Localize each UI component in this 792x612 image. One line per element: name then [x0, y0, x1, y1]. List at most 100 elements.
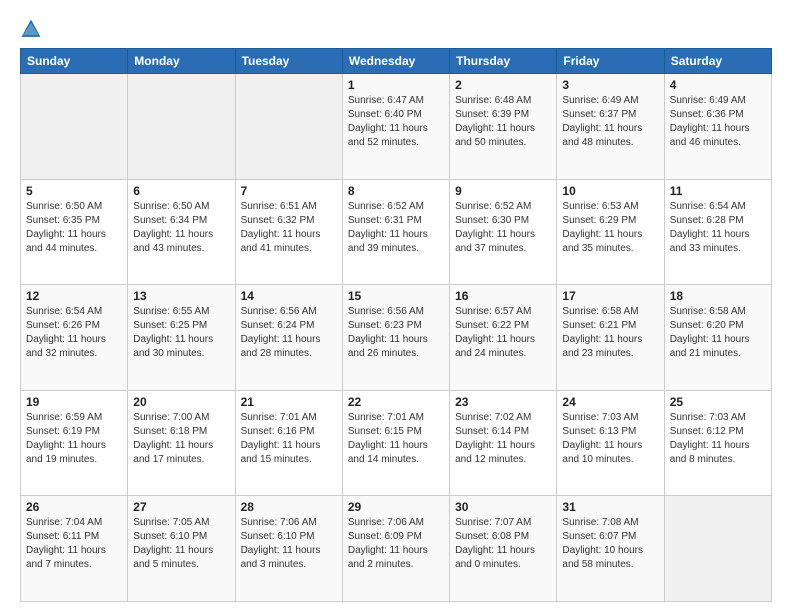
- day-number: 30: [455, 500, 551, 514]
- day-info: Sunrise: 6:50 AM Sunset: 6:34 PM Dayligh…: [133, 200, 229, 256]
- day-info: Sunrise: 6:59 AM Sunset: 6:19 PM Dayligh…: [26, 411, 122, 467]
- day-number: 5: [26, 184, 122, 198]
- day-info: Sunrise: 6:58 AM Sunset: 6:20 PM Dayligh…: [670, 305, 766, 361]
- day-info: Sunrise: 7:01 AM Sunset: 6:16 PM Dayligh…: [241, 411, 337, 467]
- day-number: 12: [26, 289, 122, 303]
- day-number: 11: [670, 184, 766, 198]
- day-number: 25: [670, 395, 766, 409]
- day-info: Sunrise: 7:02 AM Sunset: 6:14 PM Dayligh…: [455, 411, 551, 467]
- calendar-cell: 23 Sunrise: 7:02 AM Sunset: 6:14 PM Dayli…: [450, 390, 557, 496]
- calendar-week-row: 12 Sunrise: 6:54 AM Sunset: 6:26 PM Dayli…: [21, 285, 772, 391]
- day-info: Sunrise: 6:54 AM Sunset: 6:26 PM Dayligh…: [26, 305, 122, 361]
- calendar-cell: 20 Sunrise: 7:00 AM Sunset: 6:18 PM Dayli…: [128, 390, 235, 496]
- calendar-day-header: Saturday: [664, 49, 771, 74]
- day-number: 21: [241, 395, 337, 409]
- calendar-cell: 16 Sunrise: 6:57 AM Sunset: 6:22 PM Dayli…: [450, 285, 557, 391]
- calendar-week-row: 26Sunrise: 7:04 AM Sunset: 6:11 PM Dayli…: [21, 496, 772, 602]
- day-number: 19: [26, 395, 122, 409]
- day-number: 28: [241, 500, 337, 514]
- calendar-day-header: Friday: [557, 49, 664, 74]
- day-number: 7: [241, 184, 337, 198]
- calendar-cell: 24Sunrise: 7:03 AM Sunset: 6:13 PM Dayli…: [557, 390, 664, 496]
- calendar-cell: 14 Sunrise: 6:56 AM Sunset: 6:24 PM Dayli…: [235, 285, 342, 391]
- day-number: 16: [455, 289, 551, 303]
- calendar-cell: [235, 74, 342, 180]
- calendar-cell: 1 Sunrise: 6:47 AM Sunset: 6:40 PM Daylig…: [342, 74, 449, 180]
- day-number: 8: [348, 184, 444, 198]
- calendar-week-row: 19 Sunrise: 6:59 AM Sunset: 6:19 PM Dayli…: [21, 390, 772, 496]
- calendar-cell: 5 Sunrise: 6:50 AM Sunset: 6:35 PM Daylig…: [21, 179, 128, 285]
- logo-icon: [20, 18, 42, 40]
- calendar-cell: 30 Sunrise: 7:07 AM Sunset: 6:08 PM Dayli…: [450, 496, 557, 602]
- calendar-cell: 7 Sunrise: 6:51 AM Sunset: 6:32 PM Daylig…: [235, 179, 342, 285]
- calendar-cell: 29 Sunrise: 7:06 AM Sunset: 6:09 PM Dayli…: [342, 496, 449, 602]
- calendar-week-row: 1 Sunrise: 6:47 AM Sunset: 6:40 PM Daylig…: [21, 74, 772, 180]
- day-number: 1: [348, 78, 444, 92]
- day-number: 22: [348, 395, 444, 409]
- calendar-cell: 13Sunrise: 6:55 AM Sunset: 6:25 PM Dayli…: [128, 285, 235, 391]
- day-number: 27: [133, 500, 229, 514]
- day-number: 24: [562, 395, 658, 409]
- day-info: Sunrise: 6:53 AM Sunset: 6:29 PM Dayligh…: [562, 200, 658, 256]
- calendar-cell: 21 Sunrise: 7:01 AM Sunset: 6:16 PM Dayli…: [235, 390, 342, 496]
- day-info: Sunrise: 6:56 AM Sunset: 6:23 PM Dayligh…: [348, 305, 444, 361]
- calendar-day-header: Thursday: [450, 49, 557, 74]
- day-info: Sunrise: 6:52 AM Sunset: 6:31 PM Dayligh…: [348, 200, 444, 256]
- calendar-cell: 12 Sunrise: 6:54 AM Sunset: 6:26 PM Dayli…: [21, 285, 128, 391]
- calendar-cell: 8 Sunrise: 6:52 AM Sunset: 6:31 PM Daylig…: [342, 179, 449, 285]
- calendar-cell: 31Sunrise: 7:08 AM Sunset: 6:07 PM Dayli…: [557, 496, 664, 602]
- calendar-cell: 6 Sunrise: 6:50 AM Sunset: 6:34 PM Daylig…: [128, 179, 235, 285]
- calendar-cell: 26Sunrise: 7:04 AM Sunset: 6:11 PM Dayli…: [21, 496, 128, 602]
- day-number: 9: [455, 184, 551, 198]
- calendar-cell: 10 Sunrise: 6:53 AM Sunset: 6:29 PM Dayli…: [557, 179, 664, 285]
- calendar-day-header: Tuesday: [235, 49, 342, 74]
- calendar-cell: [128, 74, 235, 180]
- day-info: Sunrise: 7:05 AM Sunset: 6:10 PM Dayligh…: [133, 516, 229, 572]
- day-info: Sunrise: 6:57 AM Sunset: 6:22 PM Dayligh…: [455, 305, 551, 361]
- day-info: Sunrise: 6:49 AM Sunset: 6:37 PM Dayligh…: [562, 94, 658, 150]
- calendar-cell: 15 Sunrise: 6:56 AM Sunset: 6:23 PM Dayli…: [342, 285, 449, 391]
- day-number: 18: [670, 289, 766, 303]
- day-number: 14: [241, 289, 337, 303]
- page: SundayMondayTuesdayWednesdayThursdayFrid…: [0, 0, 792, 612]
- day-info: Sunrise: 6:50 AM Sunset: 6:35 PM Dayligh…: [26, 200, 122, 256]
- calendar-day-header: Wednesday: [342, 49, 449, 74]
- day-info: Sunrise: 6:55 AM Sunset: 6:25 PM Dayligh…: [133, 305, 229, 361]
- calendar-cell: 22 Sunrise: 7:01 AM Sunset: 6:15 PM Dayli…: [342, 390, 449, 496]
- calendar-cell: 4 Sunrise: 6:49 AM Sunset: 6:36 PM Daylig…: [664, 74, 771, 180]
- day-info: Sunrise: 7:01 AM Sunset: 6:15 PM Dayligh…: [348, 411, 444, 467]
- day-number: 3: [562, 78, 658, 92]
- day-number: 31: [562, 500, 658, 514]
- day-info: Sunrise: 6:49 AM Sunset: 6:36 PM Dayligh…: [670, 94, 766, 150]
- day-info: Sunrise: 7:03 AM Sunset: 6:12 PM Dayligh…: [670, 411, 766, 467]
- calendar-cell: 2Sunrise: 6:48 AM Sunset: 6:39 PM Daylig…: [450, 74, 557, 180]
- day-number: 6: [133, 184, 229, 198]
- day-number: 10: [562, 184, 658, 198]
- day-number: 4: [670, 78, 766, 92]
- day-number: 29: [348, 500, 444, 514]
- day-number: 15: [348, 289, 444, 303]
- calendar-cell: 19 Sunrise: 6:59 AM Sunset: 6:19 PM Dayli…: [21, 390, 128, 496]
- calendar-week-row: 5 Sunrise: 6:50 AM Sunset: 6:35 PM Daylig…: [21, 179, 772, 285]
- calendar-cell: 27 Sunrise: 7:05 AM Sunset: 6:10 PM Dayli…: [128, 496, 235, 602]
- day-number: 23: [455, 395, 551, 409]
- day-info: Sunrise: 6:51 AM Sunset: 6:32 PM Dayligh…: [241, 200, 337, 256]
- header: [20, 18, 772, 40]
- calendar-table: SundayMondayTuesdayWednesdayThursdayFrid…: [20, 48, 772, 602]
- calendar-header-row: SundayMondayTuesdayWednesdayThursdayFrid…: [21, 49, 772, 74]
- day-info: Sunrise: 6:47 AM Sunset: 6:40 PM Dayligh…: [348, 94, 444, 150]
- calendar-cell: 17Sunrise: 6:58 AM Sunset: 6:21 PM Dayli…: [557, 285, 664, 391]
- day-info: Sunrise: 7:00 AM Sunset: 6:18 PM Dayligh…: [133, 411, 229, 467]
- calendar-day-header: Sunday: [21, 49, 128, 74]
- day-info: Sunrise: 7:06 AM Sunset: 6:10 PM Dayligh…: [241, 516, 337, 572]
- calendar-cell: 25 Sunrise: 7:03 AM Sunset: 6:12 PM Dayli…: [664, 390, 771, 496]
- day-info: Sunrise: 7:07 AM Sunset: 6:08 PM Dayligh…: [455, 516, 551, 572]
- day-info: Sunrise: 7:06 AM Sunset: 6:09 PM Dayligh…: [348, 516, 444, 572]
- day-info: Sunrise: 6:56 AM Sunset: 6:24 PM Dayligh…: [241, 305, 337, 361]
- day-info: Sunrise: 6:48 AM Sunset: 6:39 PM Dayligh…: [455, 94, 551, 150]
- calendar-cell: [664, 496, 771, 602]
- day-number: 20: [133, 395, 229, 409]
- logo: [20, 18, 46, 40]
- day-info: Sunrise: 6:58 AM Sunset: 6:21 PM Dayligh…: [562, 305, 658, 361]
- day-number: 26: [26, 500, 122, 514]
